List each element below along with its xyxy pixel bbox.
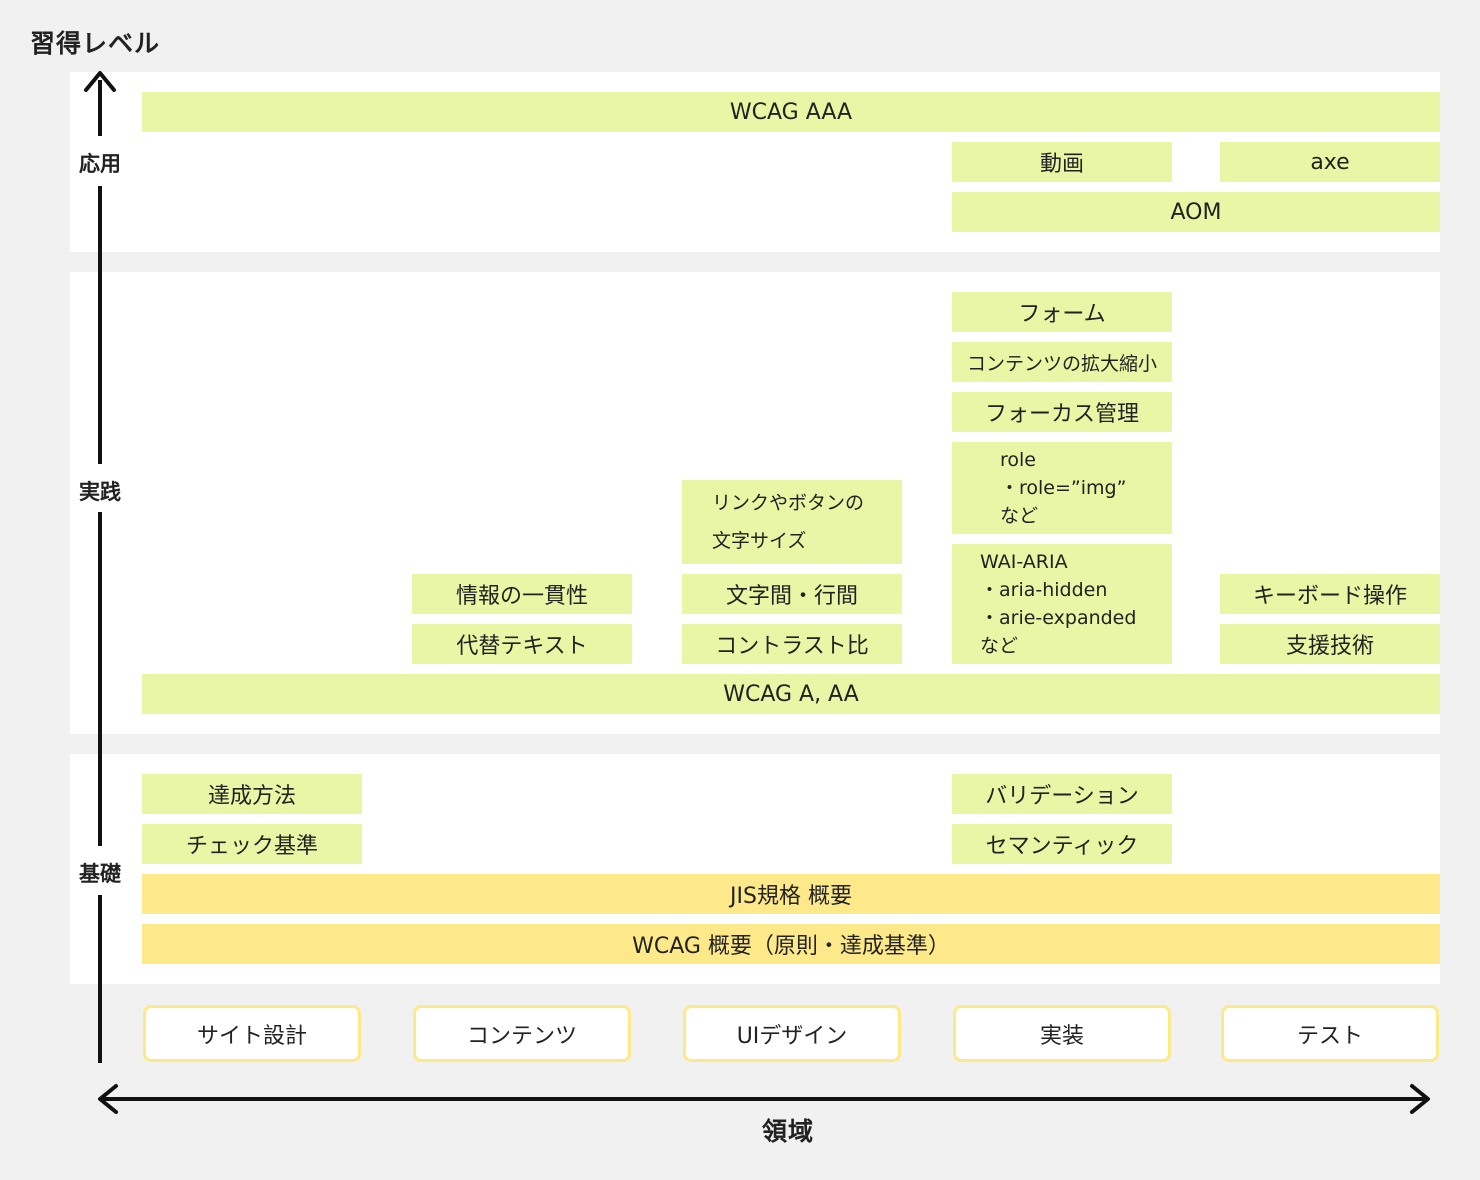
skill-link-button-line1: リンクやボタンの xyxy=(712,492,865,514)
domain-site-design: サイト設計 xyxy=(143,1005,361,1062)
skill-form: フォーム xyxy=(952,292,1172,332)
skill-role: role ・role=”img” など xyxy=(952,442,1172,534)
y-axis-arrowhead xyxy=(84,71,116,92)
skill-assistive-tech: 支援技術 xyxy=(1220,624,1440,664)
skill-aria-line2: ・aria-hidden xyxy=(980,579,1108,601)
skill-content-zoom: コンテンツの拡大縮小 xyxy=(952,342,1172,382)
skill-link-button-text-size: リンクやボタンの 文字サイズ xyxy=(682,480,902,564)
skill-aria-line1: WAI-ARIA xyxy=(980,551,1068,573)
skill-link-button-line2: 文字サイズ xyxy=(712,530,807,552)
domain-content: コンテンツ xyxy=(413,1005,631,1062)
skill-contrast: コントラスト比 xyxy=(682,624,902,664)
skill-role-line3: など xyxy=(1000,505,1039,527)
skill-axe: axe xyxy=(1220,142,1440,182)
domain-ui-design: UIデザイン xyxy=(683,1005,901,1062)
skill-info-consistency: 情報の一貫性 xyxy=(412,574,632,614)
skill-keyboard: キーボード操作 xyxy=(1220,574,1440,614)
skill-role-line2: ・role=”img” xyxy=(1000,477,1127,499)
skill-jis-overview: JIS規格 概要 xyxy=(142,874,1440,914)
skill-wcag-overview: WCAG 概要（原則・達成基準） xyxy=(142,924,1440,964)
domain-implementation: 実装 xyxy=(953,1005,1171,1062)
skill-spacing: 文字間・行間 xyxy=(682,574,902,614)
skill-wcag-aaa: WCAG AAA xyxy=(142,92,1440,132)
level-label-basic: 基礎 xyxy=(79,862,121,886)
x-axis-title: 領域 xyxy=(762,1117,815,1146)
skill-wcag-a-aa: WCAG A, AA xyxy=(142,674,1440,714)
domain-test: テスト xyxy=(1221,1005,1439,1062)
skill-aria-line4: など xyxy=(980,635,1019,657)
skill-focus-management: フォーカス管理 xyxy=(952,392,1172,432)
skill-techniques: 達成方法 xyxy=(142,774,362,814)
skill-aom: AOM xyxy=(952,192,1440,232)
level-label-practice: 実践 xyxy=(79,480,121,504)
skill-semantics: セマンティック xyxy=(952,824,1172,864)
skill-aria-line3: ・arie-expanded xyxy=(980,607,1137,629)
skill-alt-text: 代替テキスト xyxy=(412,624,632,664)
skill-role-line1: role xyxy=(1000,449,1036,471)
skill-validation: バリデーション xyxy=(952,774,1172,814)
skill-check-criteria: チェック基準 xyxy=(142,824,362,864)
skill-video: 動画 xyxy=(952,142,1172,182)
level-label-advanced: 応用 xyxy=(79,152,121,176)
skill-wai-aria: WAI-ARIA ・aria-hidden ・arie-expanded など xyxy=(952,544,1172,664)
